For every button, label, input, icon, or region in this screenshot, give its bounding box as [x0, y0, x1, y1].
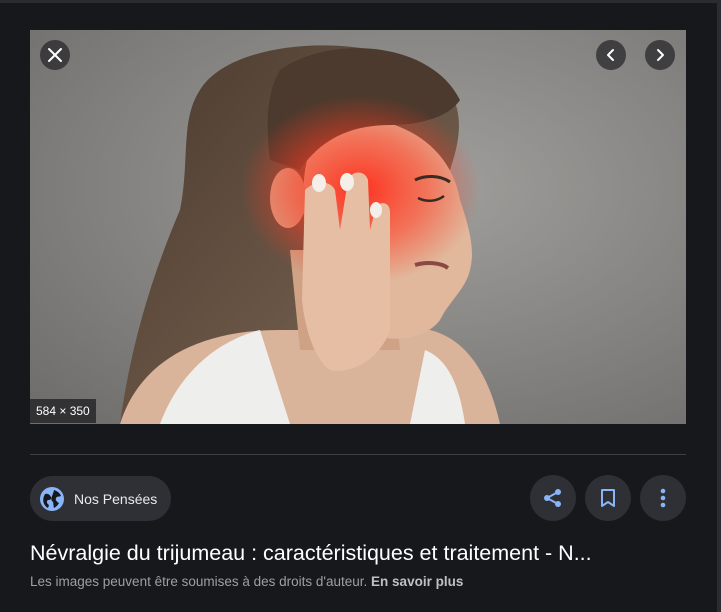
save-button[interactable] — [585, 475, 631, 521]
image-title[interactable]: Névralgie du trijumeau : caractéristique… — [30, 538, 686, 568]
more-options-button[interactable] — [640, 475, 686, 521]
chevron-left-icon — [607, 49, 614, 61]
source-chip[interactable]: Nos Pensées — [30, 476, 172, 521]
image-dimensions-badge: 584 × 350 — [30, 399, 96, 423]
more-vert-icon — [660, 488, 666, 508]
scrollbar-track[interactable] — [717, 0, 721, 612]
close-button[interactable] — [40, 40, 70, 70]
preview-image[interactable] — [30, 30, 686, 424]
share-button[interactable] — [530, 475, 576, 521]
source-name: Nos Pensées — [74, 490, 158, 507]
copyright-text: Les images peuvent être soumises à des d… — [30, 574, 368, 589]
close-icon — [48, 48, 62, 62]
window-top-edge — [0, 0, 721, 3]
preview-image-picture — [30, 30, 686, 424]
learn-more-link[interactable]: En savoir plus — [371, 574, 463, 589]
globe-icon — [40, 486, 64, 511]
bookmark-icon — [601, 489, 615, 507]
chevron-right-icon — [657, 49, 664, 61]
copyright-notice: Les images peuvent être soumises à des d… — [30, 574, 686, 589]
divider — [30, 454, 686, 455]
next-image-button[interactable] — [645, 40, 675, 70]
previous-image-button[interactable] — [596, 40, 626, 70]
share-icon — [544, 489, 561, 507]
